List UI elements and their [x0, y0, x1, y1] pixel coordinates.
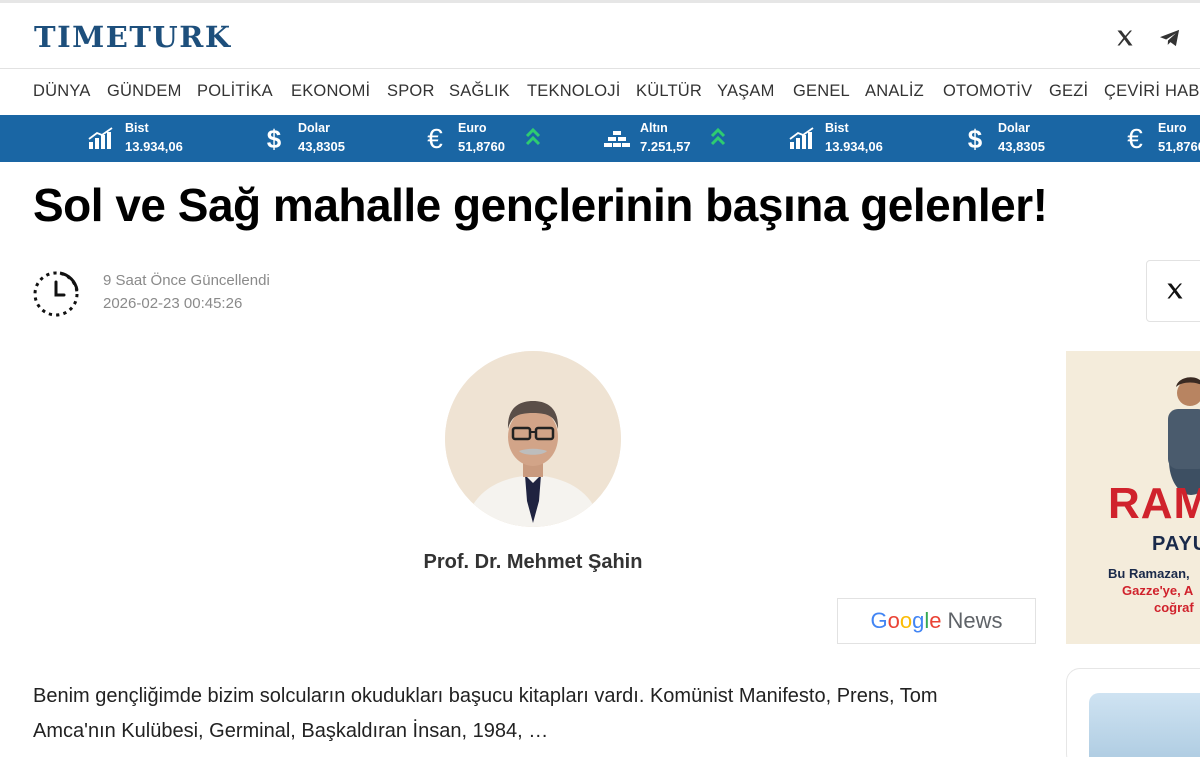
- nav-item-spor[interactable]: SPOR: [387, 82, 435, 101]
- dollar-icon: $: [967, 123, 983, 154]
- google-letter: o: [899, 608, 913, 633]
- ticker-value: 51,8760: [1158, 139, 1200, 154]
- site-header: TIMETURK: [0, 3, 1200, 69]
- x-icon[interactable]: [1110, 23, 1140, 53]
- nav-item-gezi[interactable]: GEZİ: [1049, 82, 1088, 101]
- euro-icon: €: [427, 123, 443, 154]
- ticker-value: 51,8760: [458, 139, 505, 154]
- google-letter: g: [912, 608, 925, 633]
- ticker-value: 13.934,06: [125, 139, 183, 154]
- nav-item-gundem[interactable]: GÜNDEM: [107, 82, 182, 101]
- sidebar-card-image: [1089, 693, 1200, 757]
- article-summary: Benim gençliğimde bizim solcuların okudu…: [33, 685, 938, 742]
- clock-icon: [31, 269, 81, 319]
- author-name[interactable]: Prof. Dr. Mehmet Şahin: [0, 551, 1066, 574]
- nav-item-kultur[interactable]: KÜLTÜR: [636, 82, 702, 101]
- ticker-name: Euro: [458, 121, 487, 135]
- market-ticker: Bist 13.934,06 $ Dolar 43,8305 € Euro 51…: [0, 115, 1200, 162]
- article-title: Sol ve Sağ mahalle gençlerinin başına ge…: [33, 179, 1048, 231]
- google-letter: o: [887, 608, 900, 633]
- ticker-value: 43,8305: [298, 139, 345, 154]
- ad-text: coğraf: [1154, 600, 1194, 615]
- ticker-name: Dolar: [998, 121, 1030, 135]
- chart-icon: [86, 124, 116, 154]
- euro-icon: €: [1127, 123, 1143, 154]
- gold-icon: [602, 124, 632, 154]
- ticker-name: Dolar: [298, 121, 330, 135]
- ad-title: RAM: [1108, 479, 1200, 528]
- nav-item-teknoloji[interactable]: TEKNOLOJİ: [527, 82, 621, 101]
- share-x-button[interactable]: [1146, 260, 1200, 322]
- telegram-icon[interactable]: [1155, 23, 1185, 53]
- trend-up-icon: [525, 127, 541, 154]
- main-nav: DÜNYA GÜNDEM POLİTİKA EKONOMİ SPOR SAĞLI…: [0, 70, 1200, 115]
- site-logo[interactable]: TIMETURK: [34, 20, 232, 54]
- ticker-name: Bist: [125, 121, 149, 135]
- nav-item-otomotiv[interactable]: OTOMOTİV: [943, 82, 1032, 101]
- ticker-name: Bist: [825, 121, 849, 135]
- nav-item-dunya[interactable]: DÜNYA: [33, 82, 91, 101]
- nav-item-yasam[interactable]: YAŞAM: [717, 82, 775, 101]
- dollar-icon: $: [266, 123, 282, 154]
- google-news-button[interactable]: Google News: [837, 598, 1036, 644]
- google-letter: G: [870, 608, 888, 633]
- author-avatar[interactable]: [445, 351, 621, 527]
- ad-subtitle: PAYU: [1152, 533, 1200, 555]
- ad-text: Gazze'ye, A: [1122, 583, 1194, 598]
- nav-item-analiz[interactable]: ANALİZ: [865, 82, 924, 101]
- nav-item-ekonomi[interactable]: EKONOMİ: [291, 82, 370, 101]
- ticker-value: 43,8305: [998, 139, 1045, 154]
- ad-banner[interactable]: RAM PAYU Bu Ramazan, Gazze'ye, A coğraf: [1066, 351, 1200, 644]
- updated-label: 9 Saat Önce Güncellendi: [103, 272, 270, 289]
- publish-date: 2026-02-23 00:45:26: [103, 295, 243, 312]
- ad-text: Bu Ramazan,: [1108, 566, 1190, 581]
- google-letter: e: [929, 608, 942, 633]
- chart-icon: [787, 124, 817, 154]
- x-icon: [1167, 283, 1183, 299]
- trend-up-icon: [710, 127, 726, 154]
- ticker-value: 7.251,57: [640, 139, 691, 154]
- ticker-name: Altın: [640, 121, 668, 135]
- nav-item-ceviri-haber[interactable]: ÇEVİRİ HABER: [1104, 82, 1200, 101]
- nav-item-politika[interactable]: POLİTİKA: [197, 82, 273, 101]
- sidebar-card[interactable]: [1066, 668, 1200, 757]
- nav-item-saglik[interactable]: SAĞLIK: [449, 82, 510, 101]
- google-news-label: News: [947, 608, 1003, 633]
- ticker-value: 13.934,06: [825, 139, 883, 154]
- nav-item-genel[interactable]: GENEL: [793, 82, 850, 101]
- ticker-name: Euro: [1158, 121, 1187, 135]
